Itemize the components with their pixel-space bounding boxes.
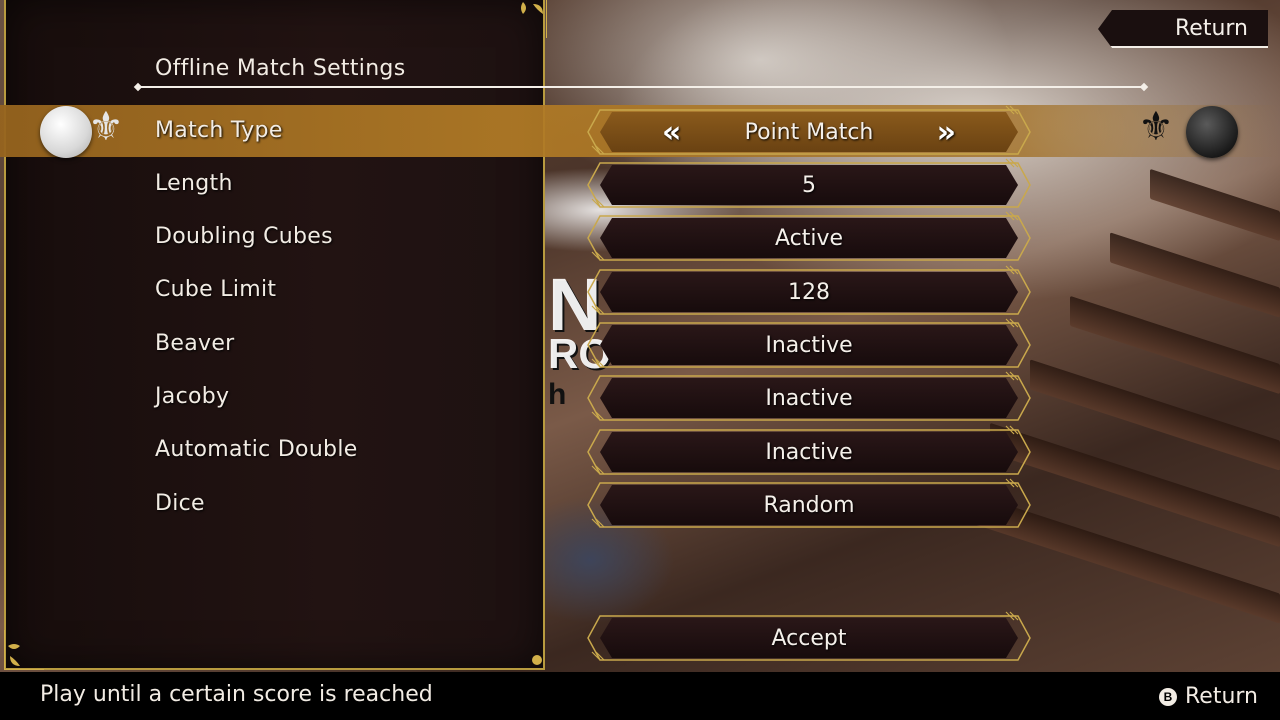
jacoby-value: Inactive [765, 385, 853, 411]
dice-value: Random [763, 492, 855, 518]
footer-hint-text: Play until a certain score is reached [40, 682, 433, 707]
background-logo-fragment: RO [548, 330, 611, 377]
setting-label-beaver[interactable]: Beaver [155, 331, 235, 356]
cube-limit-value: 128 [788, 279, 830, 305]
setting-label-match-type[interactable]: Match Type [155, 118, 283, 143]
settings-panel [4, 0, 547, 670]
ornament-corner-icon [532, 655, 542, 665]
length-value-box[interactable]: 5 [600, 165, 1018, 205]
ornament-corner-icon [4, 630, 44, 670]
setting-label-dice[interactable]: Dice [155, 491, 205, 516]
jacoby-value-box[interactable]: Inactive [600, 378, 1018, 418]
background-logo-fragment: h [548, 378, 567, 411]
setting-label-doubling-cubes[interactable]: Doubling Cubes [155, 224, 333, 249]
footer-return-label: Return [1184, 684, 1258, 709]
fleur-de-lis-icon: ⚜ [88, 104, 124, 150]
cube-limit-value-box[interactable]: 128 [600, 272, 1018, 312]
footer-return-button[interactable]: B Return [1158, 684, 1258, 709]
accept-button[interactable]: Accept [600, 618, 1018, 658]
automatic-double-value: Inactive [765, 439, 853, 465]
white-checker-icon [40, 106, 92, 158]
black-checker-icon [1186, 106, 1238, 158]
setting-label-cube-limit[interactable]: Cube Limit [155, 277, 276, 302]
footer-bar: Play until a certain score is reached B … [0, 672, 1280, 720]
dice-value-box[interactable]: Random [600, 485, 1018, 525]
fleur-de-lis-icon: ⚜ [1138, 104, 1174, 150]
ornament-corner-icon [521, 0, 547, 38]
match-type-selector[interactable]: « Point Match » [600, 112, 1018, 152]
next-option-arrow[interactable]: » [937, 112, 956, 152]
setting-label-automatic-double[interactable]: Automatic Double [155, 437, 358, 462]
prev-option-arrow[interactable]: « [662, 112, 681, 152]
b-button-icon: B [1158, 687, 1177, 706]
accept-label: Accept [771, 625, 847, 651]
doubling-cubes-value: Active [774, 225, 844, 251]
beaver-value-box[interactable]: Inactive [600, 325, 1018, 365]
return-button[interactable]: Return [1098, 10, 1268, 48]
doubling-cubes-value-box[interactable]: Active [600, 218, 1018, 258]
setting-label-jacoby[interactable]: Jacoby [155, 384, 229, 409]
match-type-value: Point Match [744, 119, 874, 145]
automatic-double-value-box[interactable]: Inactive [600, 432, 1018, 472]
title-divider [138, 86, 1144, 88]
length-value: 5 [802, 172, 816, 198]
setting-label-length[interactable]: Length [155, 171, 233, 196]
beaver-value: Inactive [765, 332, 853, 358]
page-title: Offline Match Settings [155, 56, 406, 81]
